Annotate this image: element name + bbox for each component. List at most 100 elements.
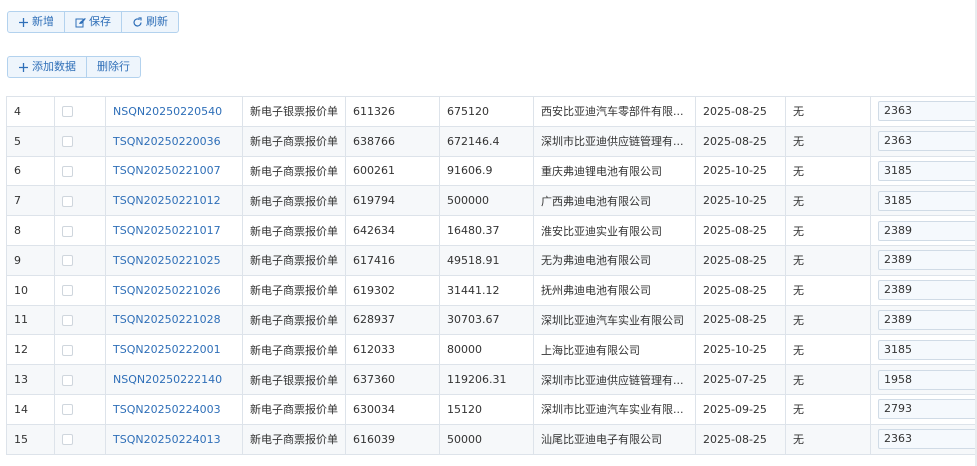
value-input-cell[interactable]: 2389: [870, 244, 977, 276]
row-checkbox[interactable]: [62, 195, 73, 207]
value-input[interactable]: 2389: [878, 280, 977, 301]
id-cell: 612033: [345, 334, 440, 366]
value-input[interactable]: 3185: [878, 160, 977, 181]
document-code-link[interactable]: TSQN20250221012: [105, 185, 243, 217]
value-input-cell[interactable]: 2389: [870, 274, 977, 306]
row-checkbox[interactable]: [62, 106, 73, 118]
table-row[interactable]: 5 TSQN20250220036 新电子商票报价单 638766 672146.4 深圳…: [6, 125, 977, 157]
date-cell: 2025-10-25: [695, 185, 786, 217]
value-input-cell[interactable]: 2363: [870, 423, 977, 455]
document-code-link[interactable]: TSQN20250221017: [105, 215, 243, 246]
document-code-link[interactable]: TSQN20250224003: [105, 393, 243, 425]
row-checkbox[interactable]: [62, 136, 73, 148]
table-row[interactable]: 10 TSQN20250221026 新电子商票报价单 619302 31441.12 抚…: [6, 274, 977, 306]
table-row[interactable]: 11 TSQN20250221028 新电子商票报价单 628937 30703.67 深…: [6, 304, 977, 336]
value-input[interactable]: 1958: [878, 369, 977, 390]
table-row[interactable]: 4 NSQN20250220540 新电子银票报价单 611326 675120 西安比亚…: [6, 96, 977, 127]
row-checkbox-cell[interactable]: [54, 96, 106, 127]
row-checkbox[interactable]: [62, 165, 73, 177]
table-row[interactable]: 7 TSQN20250221012 新电子商票报价单 619794 500000 广西弗迪…: [6, 185, 977, 217]
value-input-cell[interactable]: 2363: [870, 125, 977, 157]
row-checkbox-cell[interactable]: [54, 423, 106, 455]
delete-row-button-label: 删除行: [97, 60, 130, 73]
document-code-link[interactable]: NSQN20250220540: [105, 96, 243, 127]
value-input-cell[interactable]: 2389: [870, 215, 977, 246]
document-code-link[interactable]: TSQN20250221026: [105, 274, 243, 306]
amount-cell: 91606.9: [439, 155, 534, 187]
document-code-link[interactable]: TSQN20250222001: [105, 334, 243, 366]
date-cell: 2025-10-25: [695, 155, 786, 187]
row-checkbox-cell[interactable]: [54, 244, 106, 276]
flag-cell: 无: [785, 244, 871, 276]
document-code-link[interactable]: TSQN20250221025: [105, 244, 243, 276]
row-checkbox-cell[interactable]: [54, 274, 106, 306]
row-checkbox[interactable]: [62, 344, 73, 356]
company-cell: 无为弗迪电池有限公司: [533, 244, 696, 276]
company-cell: 上海比亚迪有限公司: [533, 334, 696, 366]
row-checkbox-cell[interactable]: [54, 155, 106, 187]
row-checkbox[interactable]: [62, 434, 73, 446]
value-input[interactable]: 2389: [878, 309, 977, 330]
row-checkbox-cell[interactable]: [54, 393, 106, 425]
row-checkbox-cell[interactable]: [54, 364, 106, 395]
table-row[interactable]: 14 TSQN20250224003 新电子商票报价单 630034 15120 深圳市比…: [6, 393, 977, 425]
value-input[interactable]: 3185: [878, 339, 977, 360]
table-row[interactable]: 13 NSQN20250222140 新电子银票报价单 637360 119206.31…: [6, 364, 977, 395]
value-input-cell[interactable]: 3185: [870, 185, 977, 217]
row-checkbox-cell[interactable]: [54, 185, 106, 217]
date-cell: 2025-07-25: [695, 364, 786, 395]
flag-cell: 无: [785, 155, 871, 187]
value-input[interactable]: 2793: [878, 399, 977, 420]
amount-cell: 675120: [439, 96, 534, 127]
value-input-cell[interactable]: 2389: [870, 304, 977, 336]
company-cell: 深圳市比亚迪汽车实业有限...: [533, 393, 696, 425]
add-button[interactable]: 新增: [8, 12, 65, 32]
amount-cell: 80000: [439, 334, 534, 366]
row-number-cell: 15: [6, 423, 55, 455]
value-input[interactable]: 2389: [878, 220, 977, 241]
value-input[interactable]: 2389: [878, 250, 977, 271]
save-button[interactable]: 保存: [65, 12, 122, 32]
document-code-link[interactable]: TSQN20250221007: [105, 155, 243, 187]
document-code-link[interactable]: TSQN20250221028: [105, 304, 243, 336]
row-checkbox-cell[interactable]: [54, 304, 106, 336]
document-code-link[interactable]: TSQN20250220036: [105, 125, 243, 157]
value-input-cell[interactable]: 2793: [870, 393, 977, 425]
row-checkbox[interactable]: [62, 374, 73, 386]
company-cell: 重庆弗迪锂电池有限公司: [533, 155, 696, 187]
table-row[interactable]: 12 TSQN20250222001 新电子商票报价单 612033 80000 上海比亚…: [6, 334, 977, 366]
value-input-cell[interactable]: 2363: [870, 96, 977, 127]
row-checkbox[interactable]: [62, 314, 73, 326]
value-input[interactable]: 2363: [878, 131, 977, 152]
table-row[interactable]: 9 TSQN20250221025 新电子商票报价单 617416 49518.91 无为…: [6, 244, 977, 276]
row-checkbox[interactable]: [62, 404, 73, 416]
value-input[interactable]: 2363: [878, 429, 977, 450]
value-input-cell[interactable]: 1958: [870, 364, 977, 395]
row-checkbox-cell[interactable]: [54, 215, 106, 246]
plus-icon: [18, 17, 29, 28]
table-row[interactable]: 15 TSQN20250224013 新电子商票报价单 616039 50000 汕尾比亚…: [6, 423, 977, 455]
value-input[interactable]: 3185: [878, 190, 977, 211]
value-input-cell[interactable]: 3185: [870, 334, 977, 366]
document-code-link[interactable]: NSQN20250222140: [105, 364, 243, 395]
amount-cell: 49518.91: [439, 244, 534, 276]
row-checkbox-cell[interactable]: [54, 125, 106, 157]
row-checkbox-cell[interactable]: [54, 334, 106, 366]
add-data-button[interactable]: 添加数据: [8, 57, 87, 77]
company-cell: 汕尾比亚迪电子有限公司: [533, 423, 696, 455]
main-toolbar: 新增 保存 刷新: [7, 11, 179, 33]
grid-toolbar: 添加数据 删除行: [7, 56, 141, 78]
quote-type-cell: 新电子银票报价单: [242, 96, 346, 127]
delete-row-button[interactable]: 删除行: [87, 57, 140, 77]
document-code-link[interactable]: TSQN20250224013: [105, 423, 243, 455]
table-row[interactable]: 6 TSQN20250221007 新电子商票报价单 600261 91606.9 重庆弗…: [6, 155, 977, 187]
table-row[interactable]: 8 TSQN20250221017 新电子商票报价单 642634 16480.37 淮安…: [6, 215, 977, 246]
quote-type-cell: 新电子商票报价单: [242, 393, 346, 425]
amount-cell: 50000: [439, 423, 534, 455]
row-checkbox[interactable]: [62, 255, 73, 267]
value-input-cell[interactable]: 3185: [870, 155, 977, 187]
refresh-button[interactable]: 刷新: [122, 12, 178, 32]
value-input[interactable]: 2363: [878, 101, 977, 122]
row-checkbox[interactable]: [62, 225, 73, 237]
row-checkbox[interactable]: [62, 285, 73, 297]
